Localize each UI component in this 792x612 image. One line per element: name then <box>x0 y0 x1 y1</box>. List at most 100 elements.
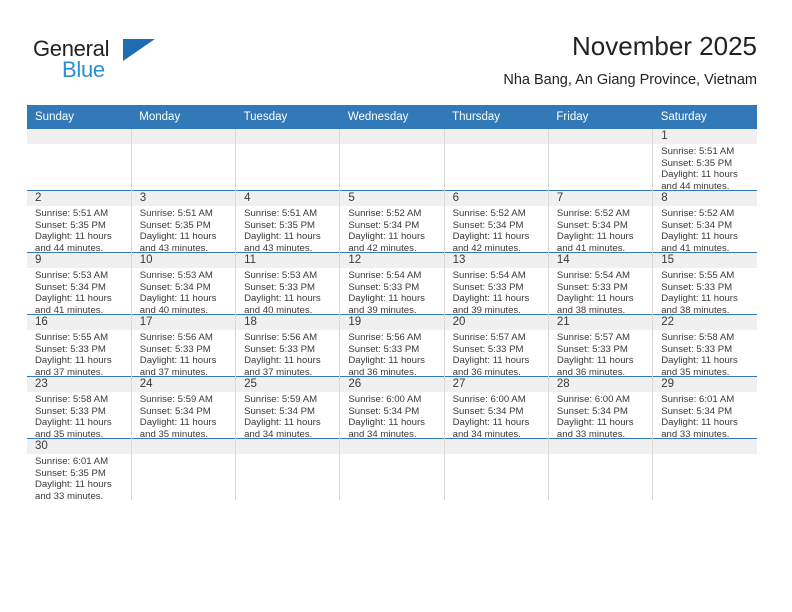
day-detail-daylight1: Daylight: 11 hours <box>35 417 112 429</box>
calendar-day-cell[interactable]: 8 Sunrise: 5:52 AM Sunset: 5:34 PM Daylight… <box>652 190 757 254</box>
day-detail-sunrise: Sunrise: 5:51 AM <box>244 208 318 219</box>
calendar-day-cell[interactable]: 30 Sunrise: 6:01 AM Sunset: 5:35 PM Dayligh… <box>27 438 132 502</box>
day-cell-inner: 28 Sunrise: 6:00 AM Sunset: 5:34 PM Dayligh… <box>548 377 653 440</box>
day-detail-sunrise: Sunrise: 5:58 AM <box>661 332 735 343</box>
day-number <box>131 439 236 454</box>
day-cell-inner: 18 Sunrise: 5:56 AM Sunset: 5:33 PM Dayligh… <box>236 315 340 378</box>
calendar-day-cell[interactable]: 12 Sunrise: 5:54 AM Sunset: 5:33 PM Dayligh… <box>339 252 445 316</box>
calendar-day-cell[interactable]: 27 Sunrise: 6:00 AM Sunset: 5:34 PM Dayligh… <box>443 376 549 440</box>
day-number: 13 <box>444 253 548 268</box>
calendar-day-cell[interactable]: 29 Sunrise: 6:01 AM Sunset: 5:34 PM Dayligh… <box>652 376 757 440</box>
day-detail-sunrise: Sunrise: 5:53 AM <box>244 270 318 281</box>
day-details: Sunrise: 5:51 AM Sunset: 5:35 PM Daylight:… <box>27 206 131 254</box>
day-details: Sunrise: 5:52 AM Sunset: 5:34 PM Daylight:… <box>549 206 652 254</box>
calendar-day-cell[interactable]: 15 Sunrise: 5:55 AM Sunset: 5:33 PM Dayligh… <box>652 252 757 316</box>
title-block: November 2025 Nha Bang, An Giang Provinc… <box>503 30 757 90</box>
day-detail-sunset: Sunset: 5:35 PM <box>35 467 106 479</box>
day-number <box>27 129 131 144</box>
day-cell-inner <box>236 129 340 190</box>
day-details: Sunrise: 5:52 AM Sunset: 5:34 PM Daylight:… <box>653 206 757 254</box>
weekday-header-monday: Monday <box>131 105 236 129</box>
calendar-day-cell[interactable]: 14 Sunrise: 5:54 AM Sunset: 5:33 PM Dayligh… <box>547 252 653 316</box>
calendar-day-cell[interactable]: 11 Sunrise: 5:53 AM Sunset: 5:33 PM Dayligh… <box>235 252 340 316</box>
day-detail-sunset: Sunset: 5:34 PM <box>661 219 733 231</box>
day-number: 1 <box>653 129 757 144</box>
day-detail-sunset: Sunset: 5:34 PM <box>661 405 733 417</box>
calendar-day-cell[interactable]: 10 Sunrise: 5:53 AM Sunset: 5:34 PM Dayligh… <box>130 252 236 316</box>
weekday-header-saturday: Saturday <box>652 105 757 129</box>
calendar-cell-empty <box>443 128 549 191</box>
day-cell-inner: 3 Sunrise: 5:51 AM Sunset: 5:35 PM Daylight… <box>131 191 236 254</box>
day-cell-inner: 11 Sunrise: 5:53 AM Sunset: 5:33 PM Dayligh… <box>236 253 340 316</box>
day-detail-sunset: Sunset: 5:34 PM <box>139 281 211 293</box>
calendar-day-cell[interactable]: 6 Sunrise: 5:52 AM Sunset: 5:34 PM Daylight… <box>443 190 549 254</box>
day-details: Sunrise: 5:54 AM Sunset: 5:33 PM Daylight:… <box>549 268 652 316</box>
calendar-day-cell[interactable]: 20 Sunrise: 5:57 AM Sunset: 5:33 PM Dayligh… <box>443 314 549 378</box>
day-detail-sunset: Sunset: 5:33 PM <box>452 343 524 355</box>
calendar-day-cell[interactable]: 17 Sunrise: 5:56 AM Sunset: 5:33 PM Dayligh… <box>130 314 236 378</box>
day-cell-inner: 30 Sunrise: 6:01 AM Sunset: 5:35 PM Dayligh… <box>27 439 131 502</box>
day-cell-inner: 5 Sunrise: 5:52 AM Sunset: 5:34 PM Daylight… <box>340 191 444 254</box>
calendar-body: 1 Sunrise: 5:51 AM Sunset: 5:35 PM Daylight… <box>27 128 757 502</box>
calendar-day-cell[interactable]: 4 Sunrise: 5:51 AM Sunset: 5:35 PM Daylight… <box>235 190 340 254</box>
calendar-day-cell[interactable]: 28 Sunrise: 6:00 AM Sunset: 5:34 PM Dayligh… <box>547 376 653 440</box>
day-number <box>236 439 340 454</box>
calendar-day-cell[interactable]: 2 Sunrise: 5:51 AM Sunset: 5:35 PM Daylight… <box>27 190 132 254</box>
day-number: 3 <box>131 191 236 206</box>
day-detail-sunset: Sunset: 5:33 PM <box>556 343 628 355</box>
day-number: 7 <box>548 191 653 206</box>
weekday-header-sunday: Sunday <box>27 105 132 129</box>
calendar-day-cell[interactable]: 24 Sunrise: 5:59 AM Sunset: 5:34 PM Dayligh… <box>130 376 236 440</box>
day-number: 25 <box>236 377 340 392</box>
calendar-week-row: 30 Sunrise: 6:01 AM Sunset: 5:35 PM Dayligh… <box>27 438 757 502</box>
day-number: 24 <box>131 377 236 392</box>
day-cell-inner: 25 Sunrise: 5:59 AM Sunset: 5:34 PM Dayligh… <box>236 377 340 440</box>
day-detail-daylight1: Daylight: 11 hours <box>661 169 738 181</box>
day-number: 21 <box>548 315 653 330</box>
calendar-day-cell[interactable]: 9 Sunrise: 5:53 AM Sunset: 5:34 PM Daylight… <box>27 252 132 316</box>
day-number: 20 <box>444 315 548 330</box>
day-details: Sunrise: 5:53 AM Sunset: 5:34 PM Daylight:… <box>132 268 235 316</box>
calendar-day-cell[interactable]: 18 Sunrise: 5:56 AM Sunset: 5:33 PM Dayligh… <box>235 314 340 378</box>
calendar-day-cell[interactable]: 16 Sunrise: 5:55 AM Sunset: 5:33 PM Dayligh… <box>27 314 132 378</box>
day-cell-inner: 19 Sunrise: 5:56 AM Sunset: 5:33 PM Dayligh… <box>340 315 444 378</box>
day-detail-sunset: Sunset: 5:35 PM <box>35 219 106 231</box>
calendar-day-cell[interactable]: 7 Sunrise: 5:52 AM Sunset: 5:34 PM Daylight… <box>547 190 653 254</box>
calendar-day-cell[interactable]: 3 Sunrise: 5:51 AM Sunset: 5:35 PM Daylight… <box>130 190 236 254</box>
day-detail-sunrise: Sunrise: 6:01 AM <box>661 394 735 405</box>
day-detail-daylight1: Daylight: 11 hours <box>661 355 738 367</box>
calendar-day-cell[interactable]: 26 Sunrise: 6:00 AM Sunset: 5:34 PM Dayligh… <box>339 376 445 440</box>
day-number: 6 <box>444 191 548 206</box>
day-cell-inner <box>548 129 653 190</box>
day-cell-inner: 1 Sunrise: 5:51 AM Sunset: 5:35 PM Daylight… <box>653 129 757 192</box>
day-detail-daylight1: Daylight: 11 hours <box>452 355 530 367</box>
calendar-day-cell[interactable]: 21 Sunrise: 5:57 AM Sunset: 5:33 PM Dayligh… <box>547 314 653 378</box>
day-detail-daylight1: Daylight: 11 hours <box>35 231 112 243</box>
day-number: 26 <box>340 377 444 392</box>
calendar-day-cell[interactable]: 19 Sunrise: 5:56 AM Sunset: 5:33 PM Dayligh… <box>339 314 445 378</box>
day-detail-daylight1: Daylight: 11 hours <box>556 293 634 305</box>
day-number: 2 <box>27 191 131 206</box>
calendar-day-cell[interactable]: 23 Sunrise: 5:58 AM Sunset: 5:33 PM Dayligh… <box>27 376 132 440</box>
calendar-day-cell[interactable]: 5 Sunrise: 5:52 AM Sunset: 5:34 PM Daylight… <box>339 190 445 254</box>
day-details: Sunrise: 5:58 AM Sunset: 5:33 PM Daylight:… <box>27 392 131 440</box>
day-detail-sunrise: Sunrise: 5:52 AM <box>661 208 735 219</box>
calendar-day-cell[interactable]: 1 Sunrise: 5:51 AM Sunset: 5:35 PM Daylight… <box>652 128 757 192</box>
calendar-cell-empty <box>339 438 445 500</box>
day-detail-daylight1: Daylight: 11 hours <box>661 231 738 243</box>
day-details: Sunrise: 5:52 AM Sunset: 5:34 PM Daylight:… <box>340 206 443 254</box>
day-detail-sunrise: Sunrise: 6:00 AM <box>452 394 526 405</box>
day-cell-inner <box>131 129 236 190</box>
day-detail-sunrise: Sunrise: 5:55 AM <box>35 332 109 343</box>
day-cell-inner: 20 Sunrise: 5:57 AM Sunset: 5:33 PM Dayligh… <box>444 315 548 378</box>
day-details: Sunrise: 5:56 AM Sunset: 5:33 PM Daylight:… <box>236 330 339 378</box>
calendar-day-cell[interactable]: 13 Sunrise: 5:54 AM Sunset: 5:33 PM Dayligh… <box>443 252 549 316</box>
calendar-day-cell[interactable]: 22 Sunrise: 5:58 AM Sunset: 5:33 PM Dayligh… <box>652 314 757 378</box>
day-detail-sunrise: Sunrise: 5:51 AM <box>661 146 735 157</box>
calendar-day-cell[interactable]: 25 Sunrise: 5:59 AM Sunset: 5:34 PM Dayligh… <box>235 376 340 440</box>
day-detail-daylight1: Daylight: 11 hours <box>139 231 217 243</box>
calendar-cell-empty <box>27 128 132 191</box>
day-detail-daylight1: Daylight: 11 hours <box>556 417 634 429</box>
day-details: Sunrise: 5:51 AM Sunset: 5:35 PM Daylight:… <box>236 206 339 254</box>
day-details: Sunrise: 5:55 AM Sunset: 5:33 PM Daylight:… <box>27 330 131 378</box>
